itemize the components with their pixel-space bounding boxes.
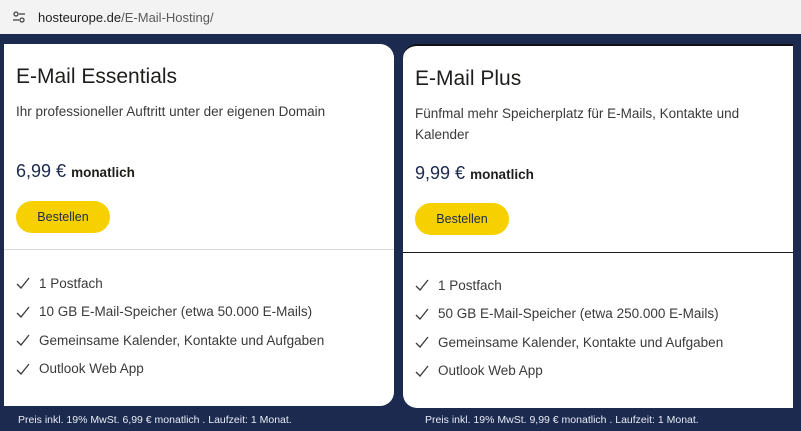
plan-subtitle: Fünfmal mehr Speicherplatz für E-Mails, … [415, 106, 740, 142]
price-value: 9,99 € [415, 163, 466, 183]
check-icon [15, 305, 31, 319]
order-button[interactable]: Bestellen [16, 201, 110, 233]
plan-title: E-Mail Essentials [16, 65, 178, 88]
feature-text: 1 Postfach [438, 277, 502, 293]
feature-list: 1 Postfach 10 GB E-Mail-Speicher (etwa 5… [15, 269, 324, 383]
feature-item: 50 GB E-Mail-Speicher (etwa 250.000 E-Ma… [414, 300, 723, 329]
feature-item: Outlook Web App [414, 357, 723, 386]
tune-icon[interactable] [12, 10, 26, 24]
url-host: hosteurope.de [38, 9, 122, 25]
check-icon [414, 307, 430, 321]
divider [4, 249, 394, 250]
price-note-essentials: Preis inkl. 19% MwSt. 6,99 € monatlich .… [18, 414, 292, 426]
divider [403, 252, 793, 253]
price-note-plus: Preis inkl. 19% MwSt. 9,99 € monatlich .… [425, 414, 699, 426]
page-top-band [0, 34, 801, 44]
feature-list: 1 Postfach 50 GB E-Mail-Speicher (etwa 2… [414, 271, 723, 385]
feature-item: 10 GB E-Mail-Speicher (etwa 50.000 E-Mai… [15, 298, 324, 327]
feature-text: Outlook Web App [39, 361, 144, 377]
feature-item: 1 Postfach [414, 271, 723, 300]
order-button[interactable]: Bestellen [415, 203, 509, 235]
price-period: monatlich [71, 165, 135, 180]
feature-item: Outlook Web App [15, 355, 324, 384]
feature-text: 10 GB E-Mail-Speicher (etwa 50.000 E-Mai… [39, 304, 313, 320]
plan-title: E-Mail Plus [415, 67, 522, 90]
feature-text: Gemeinsame Kalender, Kontakte und Aufgab… [39, 332, 325, 348]
price-value: 6,99 € [16, 161, 67, 181]
feature-item: 1 Postfach [15, 269, 324, 298]
plan-subtitle: Ihr professioneller Auftritt unter der e… [16, 104, 326, 119]
feature-text: 50 GB E-Mail-Speicher (etwa 250.000 E-Ma… [438, 306, 719, 322]
address-bar[interactable]: hosteurope.de/E-Mail-Hosting/ [0, 0, 801, 34]
plan-price: 6,99 € monatlich [16, 161, 135, 182]
check-icon [414, 335, 430, 349]
plan-price: 9,99 € monatlich [415, 163, 534, 184]
feature-text: Gemeinsame Kalender, Kontakte und Aufgab… [438, 334, 724, 350]
plan-card-essentials: E-Mail Essentials Ihr professioneller Au… [4, 44, 394, 406]
url-path: /E-Mail-Hosting/ [121, 9, 214, 25]
feature-item: Gemeinsame Kalender, Kontakte und Aufgab… [414, 328, 723, 357]
feature-item: Gemeinsame Kalender, Kontakte und Aufgab… [15, 326, 324, 355]
check-icon [15, 276, 31, 290]
check-icon [15, 362, 31, 376]
check-icon [414, 364, 430, 378]
plan-card-plus: E-Mail Plus Fünfmal mehr Speicherplatz f… [403, 44, 793, 408]
url-text[interactable]: hosteurope.de/E-Mail-Hosting/ [38, 10, 214, 25]
check-icon [414, 278, 430, 292]
feature-text: 1 Postfach [39, 275, 103, 291]
check-icon [15, 333, 31, 347]
price-period: monatlich [470, 167, 534, 182]
feature-text: Outlook Web App [438, 363, 543, 379]
